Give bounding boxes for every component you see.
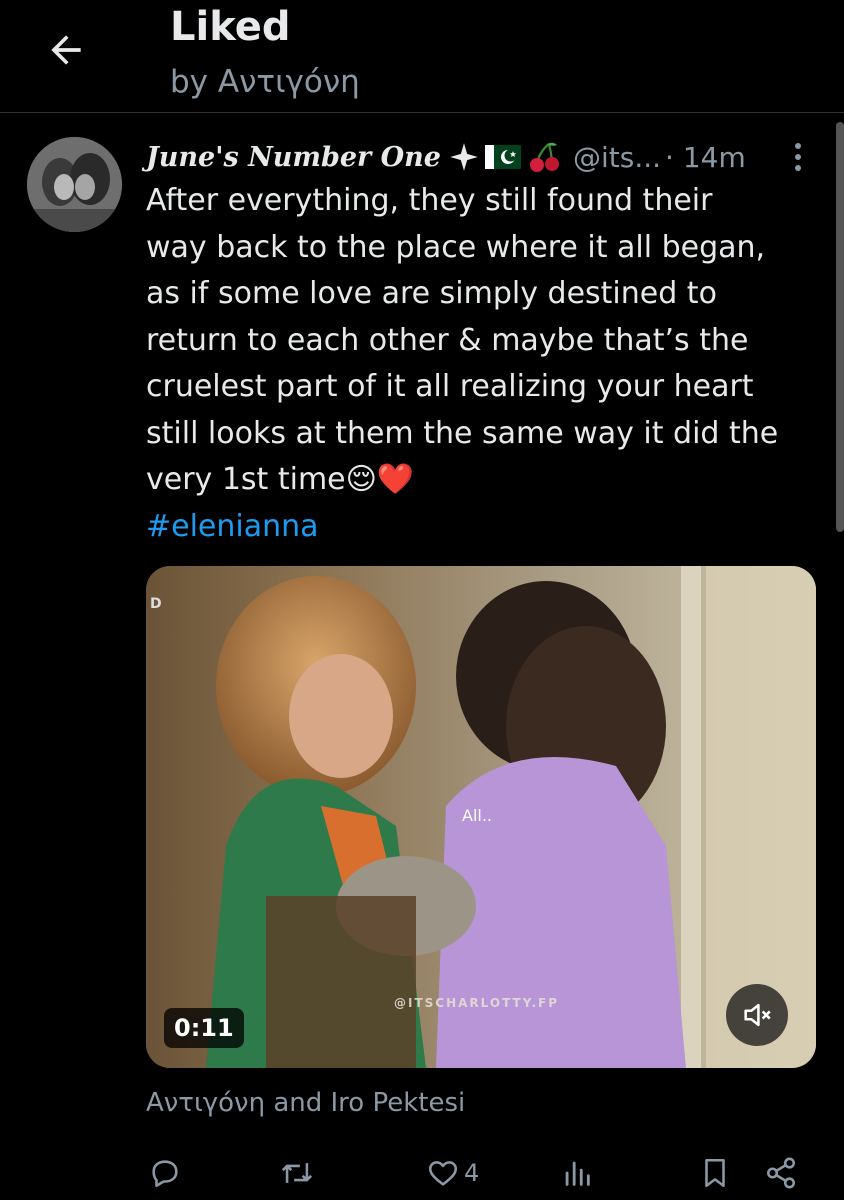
tweet-header: June's Number One @its... · 14m — [146, 135, 816, 179]
hashtag-link[interactable]: #elenianna — [146, 504, 826, 551]
repost-button[interactable] — [278, 1146, 316, 1200]
author-handle[interactable]: @its... — [573, 141, 661, 174]
share-button[interactable] — [764, 1146, 798, 1200]
liked-by-context[interactable]: Αντιγόνη and Iro Pektesi — [146, 1088, 465, 1118]
heart-icon — [428, 1161, 458, 1186]
author-display-name[interactable]: June's Number One — [146, 142, 441, 173]
tweet-text-line: as if some love are simply destined to — [146, 276, 717, 311]
page-title: Liked — [170, 4, 291, 50]
like-count: 4 — [464, 1159, 480, 1187]
tweet-action-bar: 4 — [146, 1146, 826, 1200]
share-icon — [766, 1157, 796, 1189]
back-button[interactable] — [40, 24, 92, 76]
video-duration: 0:11 — [164, 1008, 244, 1048]
more-vertical-icon — [795, 143, 801, 171]
tweet-text-line: cruelest part of it all realizing your h… — [146, 369, 754, 404]
tweet-text-line: return to each other & maybe that’s the — [146, 322, 749, 358]
mute-toggle-button[interactable] — [726, 984, 788, 1046]
video-watermark: @ITSCHARLOTTY.FP — [394, 996, 559, 1010]
arrow-left-icon — [51, 35, 81, 65]
tweet-text: After everything, they still found their… — [146, 178, 826, 550]
tweet-timestamp[interactable]: · 14m — [665, 141, 746, 174]
video-player[interactable]: D All.. @ITSCHARLOTTY.FP 0:11 — [146, 566, 816, 1068]
bookmark-button[interactable] — [698, 1146, 732, 1200]
reply-icon — [152, 1160, 178, 1188]
tweet-text-line: After everything, they still found their — [146, 183, 713, 218]
sparkle-icon — [449, 142, 479, 172]
repost-icon — [281, 1163, 313, 1183]
like-button[interactable]: 4 — [426, 1146, 479, 1200]
tweet-text-line: still looks at them the same way it did … — [146, 415, 779, 451]
more-options-button[interactable] — [788, 138, 808, 178]
top-bar: Liked by Αντιγόνη — [0, 0, 844, 113]
tweet-text-line: very 1st time😌❤️ — [146, 462, 415, 497]
analytics-icon — [565, 1161, 590, 1186]
avatar[interactable] — [27, 137, 122, 232]
reply-button[interactable] — [148, 1146, 182, 1200]
views-button[interactable] — [560, 1146, 594, 1200]
scrollbar[interactable] — [836, 122, 844, 532]
video-corner-mark: D — [150, 596, 162, 612]
cherries-icon — [527, 140, 561, 174]
speaker-muted-icon — [744, 1003, 771, 1027]
page-subtitle: by Αντιγόνη — [170, 64, 360, 100]
video-caption: All.. — [462, 806, 493, 825]
pakistan-flag-icon — [484, 145, 521, 169]
tweet-text-line: way back to the place where it all began… — [146, 229, 766, 265]
bookmark-icon — [705, 1158, 725, 1188]
